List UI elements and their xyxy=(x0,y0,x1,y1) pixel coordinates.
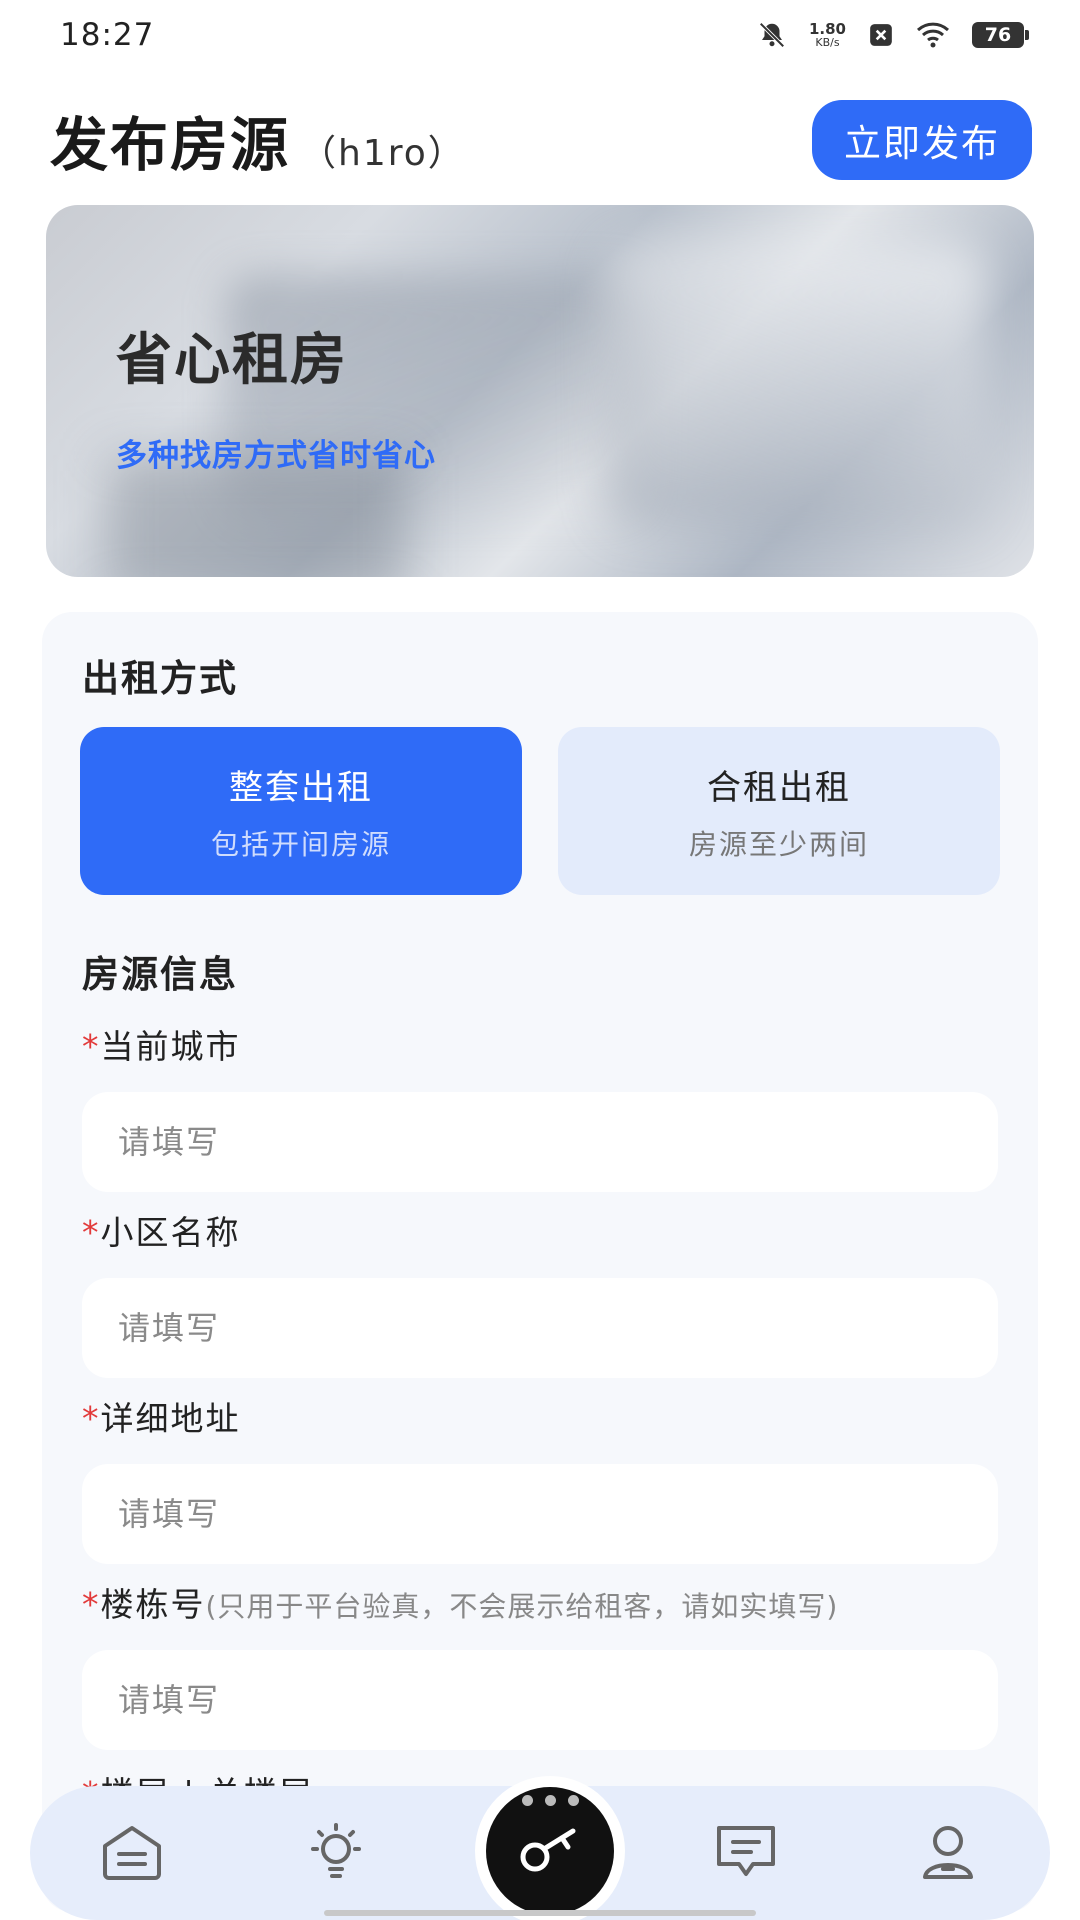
rent-option-whole[interactable]: 整套出租 包括开间房源 xyxy=(80,727,522,895)
wifi-icon xyxy=(916,21,950,49)
banner-decoration xyxy=(606,245,986,525)
nav-profile[interactable] xyxy=(908,1814,988,1894)
field-label-text: 详细地址 xyxy=(100,1399,241,1438)
nav-publish[interactable] xyxy=(475,1776,625,1920)
bulb-icon xyxy=(303,1819,369,1889)
rent-option-shared[interactable]: 合租出租 房源至少两间 xyxy=(558,727,1000,895)
field-label-building: *楼栋号(只用于平台验真，不会展示给租客，请如实填写) xyxy=(82,1578,838,1626)
message-icon xyxy=(713,1822,779,1886)
header: 发布房源 （h1ro） 立即发布 xyxy=(0,90,1080,190)
bottom-nav xyxy=(30,1776,1050,1920)
nav-messages[interactable] xyxy=(706,1814,786,1894)
required-mark: * xyxy=(82,1399,101,1438)
home-indicator[interactable] xyxy=(324,1910,756,1916)
status-time: 18:27 xyxy=(60,17,155,53)
net-speed-value: 1.80 xyxy=(808,20,846,38)
field-hint: (只用于平台验真，不会展示给租客，请如实填写) xyxy=(205,1590,839,1623)
required-mark: * xyxy=(82,1585,101,1624)
header-title-group: 发布房源 （h1ro） xyxy=(50,98,466,182)
promo-banner: 省心租房 多种找房方式省时省心 xyxy=(46,205,1034,577)
sim-off-icon xyxy=(868,22,894,48)
listing-form: 出租方式 整套出租 包括开间房源 合租出租 房源至少两间 房源信息 *当前城市 … xyxy=(42,612,1038,1912)
nav-ideas[interactable] xyxy=(296,1814,376,1894)
rent-option-label: 整套出租 xyxy=(229,767,373,808)
rent-option-desc: 房源至少两间 xyxy=(688,827,869,861)
key-icon xyxy=(515,1821,585,1881)
status-icons: 1.80 KB/s 76 xyxy=(757,20,1029,50)
publish-button[interactable]: 立即发布 xyxy=(812,100,1032,180)
required-mark: * xyxy=(82,1213,101,1252)
field-label-text: 当前城市 xyxy=(100,1027,241,1066)
home-icon xyxy=(99,1822,165,1886)
battery-icon: 76 xyxy=(972,22,1029,48)
address-input[interactable] xyxy=(82,1464,998,1564)
banner-subtitle: 多种找房方式省时省心 xyxy=(116,438,436,474)
city-input[interactable] xyxy=(82,1092,998,1192)
mute-bell-icon xyxy=(757,20,787,50)
field-label-community: *小区名称 xyxy=(82,1206,241,1254)
field-label-text: 楼栋号 xyxy=(100,1585,206,1624)
nav-home[interactable] xyxy=(92,1814,172,1894)
net-speed-unit: KB/s xyxy=(815,36,840,49)
rent-mode-title: 出租方式 xyxy=(82,657,238,700)
status-bar: 18:27 1.80 KB/s 76 xyxy=(0,0,1080,70)
rent-option-desc: 包括开间房源 xyxy=(210,827,391,861)
page-subtitle: （h1ro） xyxy=(300,133,466,174)
banner-title: 省心租房 xyxy=(116,328,348,393)
field-label-city: *当前城市 xyxy=(82,1020,241,1068)
community-input[interactable] xyxy=(82,1278,998,1378)
nav-publish-active xyxy=(486,1787,614,1915)
network-speed: 1.80 KB/s xyxy=(808,20,846,49)
rent-option-label: 合租出租 xyxy=(707,767,851,808)
field-label-address: *详细地址 xyxy=(82,1392,241,1440)
loading-dots xyxy=(486,1795,614,1806)
page-title: 发布房源 xyxy=(50,111,291,179)
building-input[interactable] xyxy=(82,1650,998,1750)
profile-icon xyxy=(915,1819,981,1889)
required-mark: * xyxy=(82,1027,101,1066)
field-label-text: 小区名称 xyxy=(100,1213,241,1252)
listing-info-title: 房源信息 xyxy=(82,953,238,996)
